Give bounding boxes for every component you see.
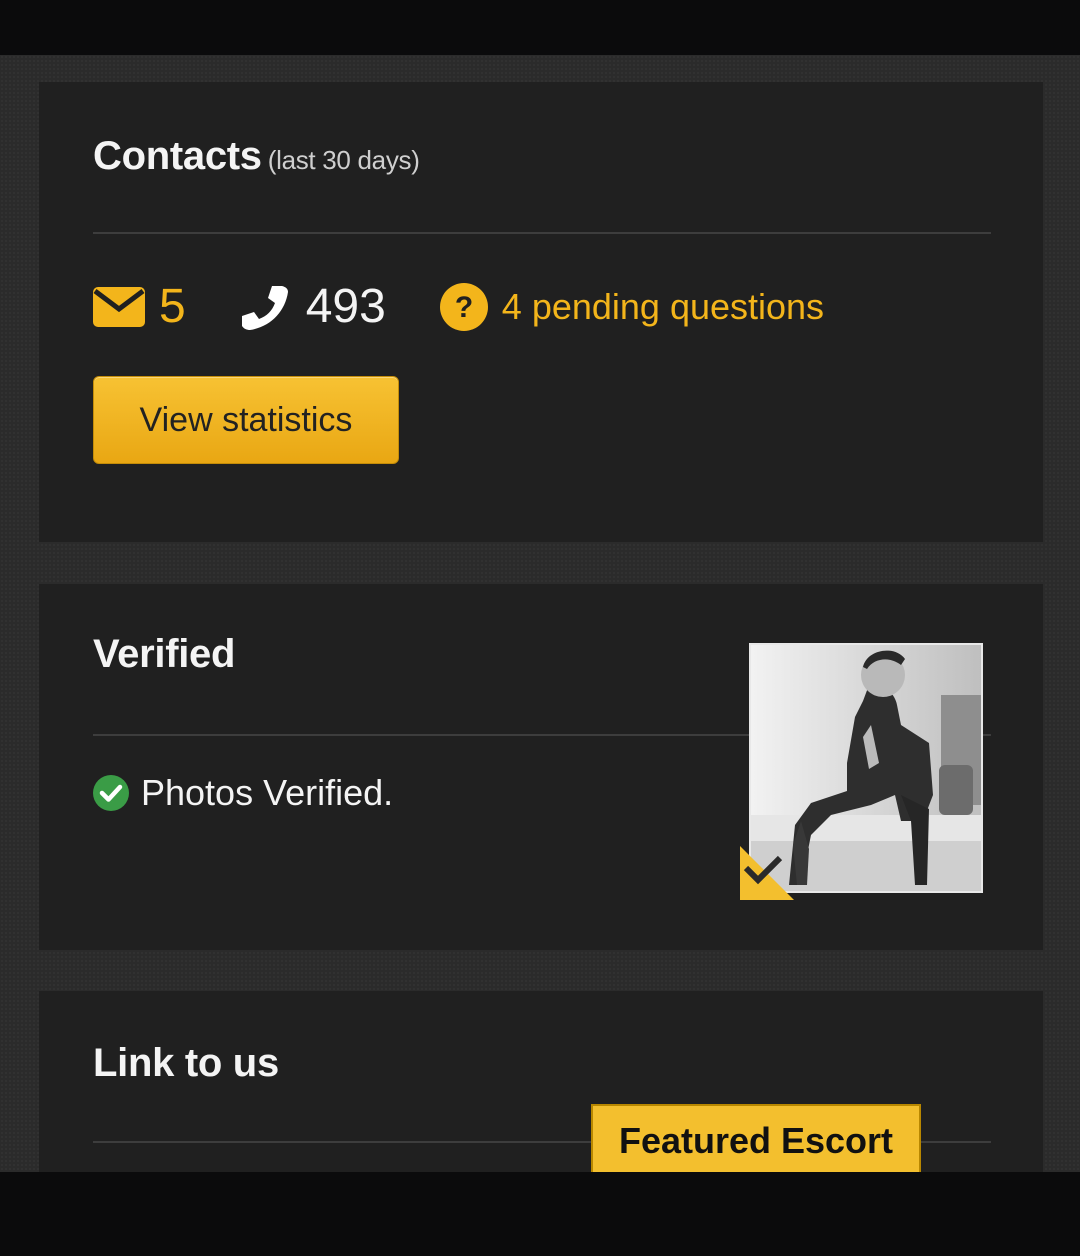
question-circle-icon: ? [439, 283, 488, 331]
call-stat[interactable]: 493 [240, 282, 386, 332]
call-count: 493 [305, 280, 386, 333]
page-content: Contacts (last 30 days) 5 493 ? 4 pendin… [0, 55, 1080, 1172]
phone-icon [241, 286, 288, 330]
navigation-bar [0, 1172, 1080, 1256]
photos-verified-status: Photos Verified. [93, 772, 393, 814]
verified-corner-badge [740, 846, 794, 900]
featured-escort-text: Featured Escort [618, 1120, 894, 1161]
view-statistics-button[interactable]: View statistics [93, 376, 399, 464]
verified-card: Verified Photos Verified. [39, 584, 1043, 950]
pending-questions-link[interactable]: 4 pending questions [502, 286, 824, 328]
featured-escort-badge[interactable]: Featured Escort [591, 1104, 921, 1172]
status-bar [0, 0, 1080, 55]
contacts-subtitle: (last 30 days) [267, 145, 420, 175]
pending-questions[interactable]: ? 4 pending questions [439, 283, 824, 331]
mail-count: 5 [159, 280, 186, 333]
svg-text:?: ? [455, 291, 473, 324]
link-to-us-title: Link to us [93, 1041, 279, 1085]
mail-stat[interactable]: 5 [93, 283, 186, 331]
contacts-title: Contacts (last 30 days) [93, 134, 420, 179]
divider [93, 232, 991, 234]
verified-title: Verified [93, 632, 236, 676]
contacts-card: Contacts (last 30 days) 5 493 ? 4 pendin… [39, 82, 1043, 542]
link-to-us-card: Link to us Featured Escort [39, 991, 1043, 1172]
contact-stats: 5 493 ? 4 pending questions [93, 277, 824, 337]
check-circle-icon [93, 775, 129, 811]
photos-verified-text: Photos Verified. [141, 772, 394, 813]
contacts-title-text: Contacts [93, 134, 262, 178]
envelope-icon [93, 287, 145, 327]
